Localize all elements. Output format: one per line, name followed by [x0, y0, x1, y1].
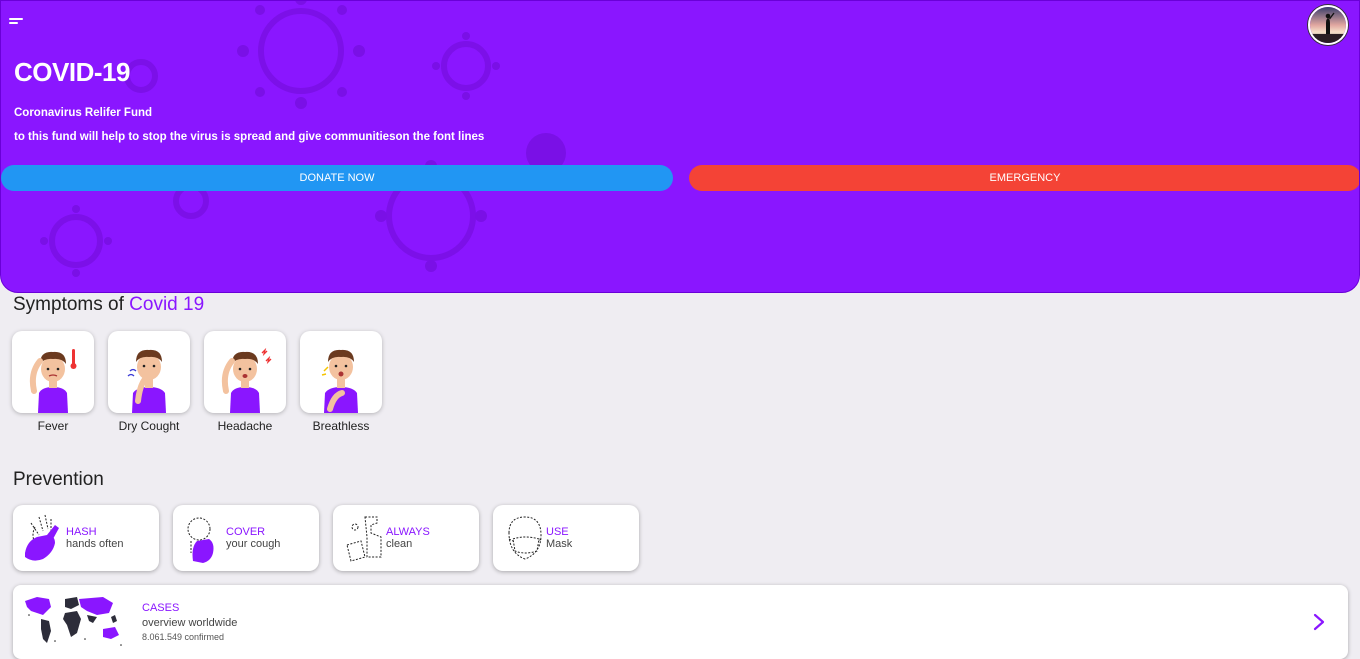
- prevention-title: COVER: [226, 526, 266, 538]
- dry-cough-icon[interactable]: [108, 331, 190, 413]
- donate-button[interactable]: DONATE NOW: [1, 165, 673, 191]
- cases-card[interactable]: CASES overview worldwide 8.061.549 confi…: [13, 585, 1348, 659]
- breathless-icon[interactable]: [300, 331, 382, 413]
- prevention-heading: Prevention: [13, 469, 104, 490]
- symptoms-heading: Symptoms of Covid 19: [13, 294, 204, 316]
- headache-icon[interactable]: [204, 331, 286, 413]
- symptom-card-headache[interactable]: Headache: [204, 331, 286, 433]
- emergency-button[interactable]: EMERGENCY: [689, 165, 1359, 191]
- prevention-title: HASH: [66, 526, 97, 538]
- fever-icon[interactable]: [12, 331, 94, 413]
- symptom-label-headache: Headache: [217, 419, 273, 433]
- symptoms-heading-accent: Covid 19: [129, 294, 205, 315]
- prevention-title: USE: [546, 526, 569, 538]
- world-map-icon: [25, 597, 122, 646]
- hero-banner: COVID-19 Coronavirus Relifer Fund to thi…: [0, 0, 1360, 293]
- virus-background: [40, 1, 566, 277]
- chevron-right-icon[interactable]: [1311, 612, 1327, 632]
- avatar[interactable]: [1308, 5, 1348, 45]
- menu-icon[interactable]: [9, 18, 27, 30]
- prevention-subtitle: your cough: [226, 538, 281, 550]
- cover-cough-icon: [187, 517, 214, 563]
- prevention-card-cover-cough[interactable]: COVER your cough: [173, 505, 319, 571]
- cases-subtitle: overview worldwide: [142, 617, 238, 629]
- prevention-card-always-clean[interactable]: ALWAYS clean: [333, 505, 479, 571]
- symptom-card-fever[interactable]: Fever: [12, 331, 94, 433]
- prevention-title: ALWAYS: [386, 526, 430, 538]
- symptoms-heading-prefix: Symptoms of: [13, 294, 124, 315]
- prevention-card-wash-hands[interactable]: HASH hands often: [13, 505, 159, 571]
- prevention-card-use-mask[interactable]: USE Mask: [493, 505, 639, 571]
- fund-title: Coronavirus Relifer Fund: [14, 107, 153, 119]
- cases-count: 8.061.549 confirmed: [142, 632, 225, 642]
- symptom-card-breathless[interactable]: Breathless: [300, 331, 382, 433]
- prevention-subtitle: Mask: [546, 538, 573, 550]
- mask-icon: [508, 516, 542, 560]
- cases-title: CASES: [142, 602, 180, 614]
- symptom-label-fever: Fever: [37, 419, 69, 433]
- prevention-subtitle: hands often: [66, 538, 124, 550]
- symptom-label-breathless: Breathless: [312, 419, 370, 433]
- symptom-label-dry-cough: Dry Cought: [118, 419, 180, 433]
- fund-description: to this fund will help to stop the virus…: [14, 131, 485, 143]
- hand-wash-icon: [25, 514, 59, 561]
- clean-icon: [346, 516, 382, 562]
- symptom-card-dry-cough[interactable]: Dry Cought: [108, 331, 190, 433]
- page-title: COVID-19: [14, 57, 130, 87]
- prevention-subtitle: clean: [386, 538, 413, 550]
